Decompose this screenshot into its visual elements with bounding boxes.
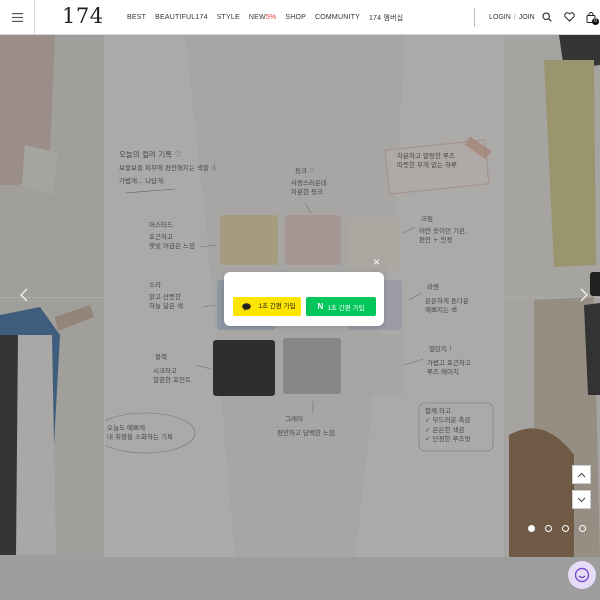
login-link[interactable]: LOGIN: [489, 14, 511, 21]
side-tab[interactable]: [590, 272, 600, 296]
account-links: LOGIN / JOIN: [489, 0, 535, 35]
kakao-signup-button[interactable]: 1초 간편 가입: [233, 297, 301, 316]
naver-signup-label: 1초 간편 가입: [327, 304, 365, 312]
naver-logo-icon: N: [317, 302, 324, 311]
nav-item-style[interactable]: STYLE: [217, 14, 240, 21]
nav-new-accent: 5%: [265, 14, 277, 21]
nav-item-membership[interactable]: 174 멤버십: [369, 13, 403, 23]
chat-smile-icon: [574, 567, 590, 583]
search-icon: [542, 12, 552, 22]
nav-item-new[interactable]: NEW5%: [249, 14, 276, 21]
nav-item-shop[interactable]: SHOP: [285, 14, 306, 21]
naver-signup-button[interactable]: N 1초 간편 가입: [306, 297, 376, 316]
cart-count-badge: 0: [592, 18, 599, 25]
slider-dot[interactable]: [579, 525, 586, 532]
slider-dot[interactable]: [562, 525, 569, 532]
modal-close-button[interactable]: ×: [373, 256, 380, 268]
kakao-talk-icon: [242, 302, 251, 311]
nav-item-community[interactable]: COMMUNITY: [315, 14, 360, 21]
header-icons: 0: [540, 9, 599, 25]
cart-button[interactable]: 0: [584, 9, 599, 25]
chevron-up-icon: [577, 472, 586, 477]
nav-item-best[interactable]: BEST: [127, 14, 146, 21]
menu-button[interactable]: [0, 0, 35, 35]
slider-dot[interactable]: [528, 525, 535, 532]
scroll-up-button[interactable]: [572, 465, 591, 484]
slider-next-arrow[interactable]: [576, 288, 590, 302]
account-separator: /: [513, 14, 516, 21]
signup-modal: 1초 간편 가입 N 1초 간편 가입: [224, 272, 384, 326]
chat-button[interactable]: [568, 561, 596, 589]
scroll-down-button[interactable]: [572, 490, 591, 509]
nav-item-beautiful174[interactable]: BEAUTIFUL174: [155, 14, 208, 21]
heart-icon: [563, 12, 575, 22]
slider-prev-arrow[interactable]: [18, 288, 32, 302]
search-button[interactable]: [540, 9, 554, 25]
slider-dot[interactable]: [545, 525, 552, 532]
header-divider: [474, 8, 475, 27]
brand-logo[interactable]: 174: [62, 4, 104, 28]
kakao-signup-label: 1초 간편 가입: [258, 302, 296, 310]
hamburger-icon: [11, 12, 23, 22]
chevron-down-icon: [577, 497, 586, 502]
slider-pagination: [528, 525, 586, 532]
wishlist-button[interactable]: [562, 9, 576, 25]
site-header: 174 BEST BEAUTIFUL174 STYLE NEW5% SHOP C…: [0, 0, 600, 35]
nav-new-label: NEW: [248, 14, 266, 21]
join-link[interactable]: JOIN: [519, 14, 535, 21]
main-nav: BEST BEAUTIFUL174 STYLE NEW5% SHOP COMMU…: [127, 0, 403, 35]
